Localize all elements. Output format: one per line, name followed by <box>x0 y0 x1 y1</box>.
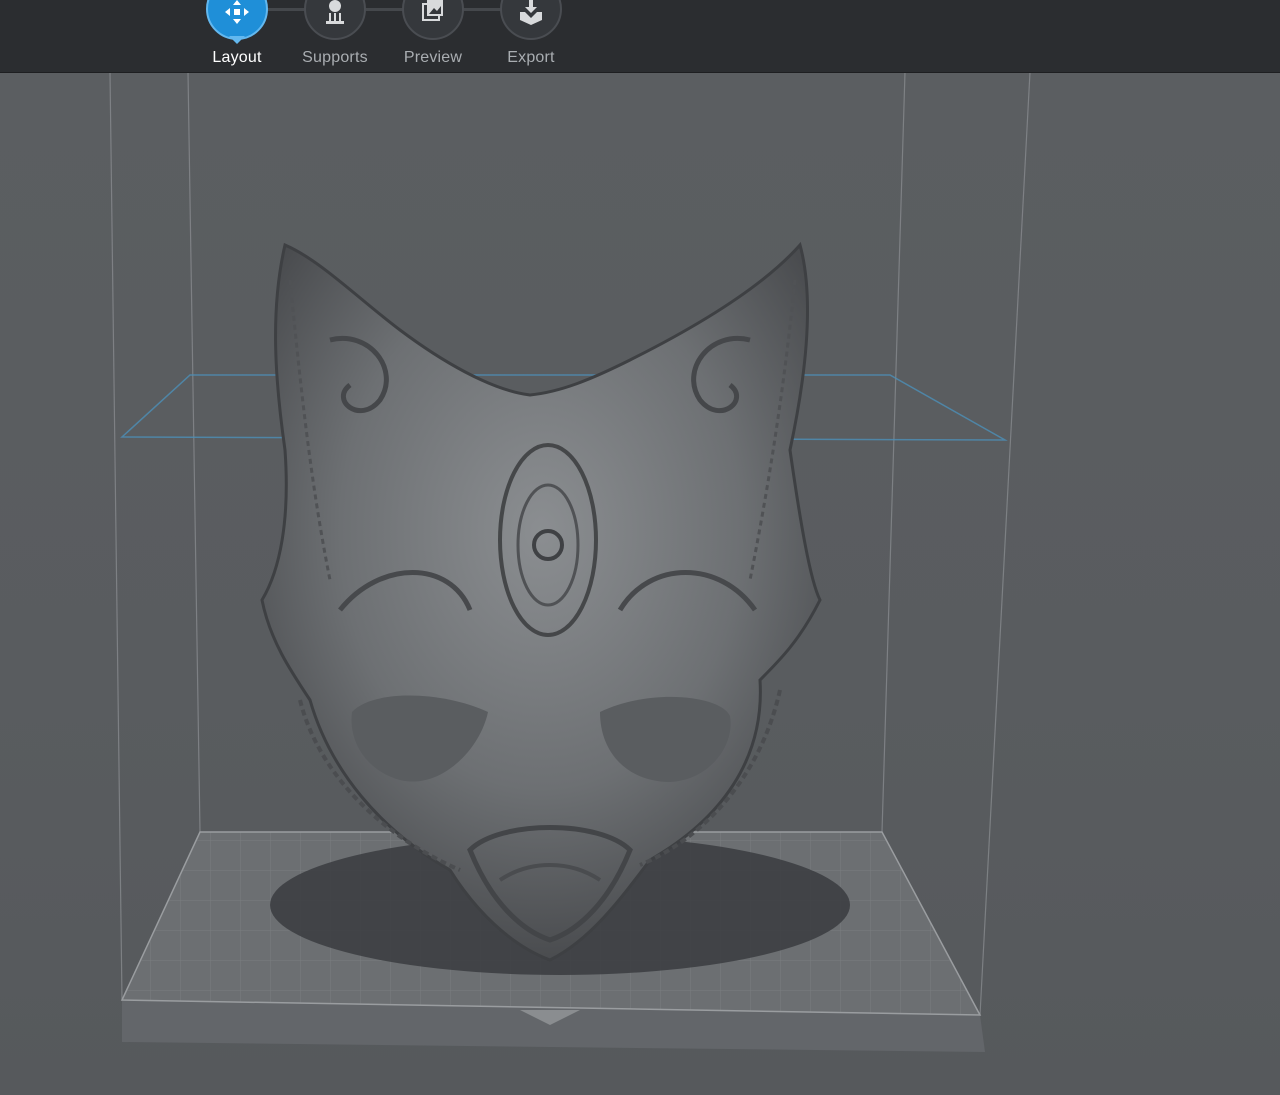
scene-canvas <box>109 72 1031 1052</box>
app-window: Layout Supports Preview Export <box>0 0 1280 1095</box>
preview-step-circle <box>402 0 464 40</box>
step-export[interactable]: Export <box>478 0 588 72</box>
supports-icon <box>326 0 344 24</box>
export-step-circle <box>500 0 562 40</box>
supports-step-circle <box>304 0 366 40</box>
active-step-pointer <box>229 36 245 44</box>
step-preview-label: Preview <box>403 49 463 66</box>
step-layout[interactable]: Layout <box>184 0 294 72</box>
layout-step-circle <box>206 0 268 40</box>
export-tray-icon <box>520 0 542 25</box>
preview-layers-icon <box>422 0 443 21</box>
step-preview[interactable]: Preview <box>380 0 490 72</box>
layout-arrows-icon <box>225 0 249 24</box>
step-export-label: Export <box>507 49 555 66</box>
3d-viewport[interactable] <box>0 72 1280 1095</box>
step-layout-label: Layout <box>212 49 262 66</box>
step-supports[interactable]: Supports <box>282 0 392 72</box>
workflow-toolbar: Layout Supports Preview Export <box>0 0 1280 73</box>
step-supports-label: Supports <box>302 49 368 66</box>
